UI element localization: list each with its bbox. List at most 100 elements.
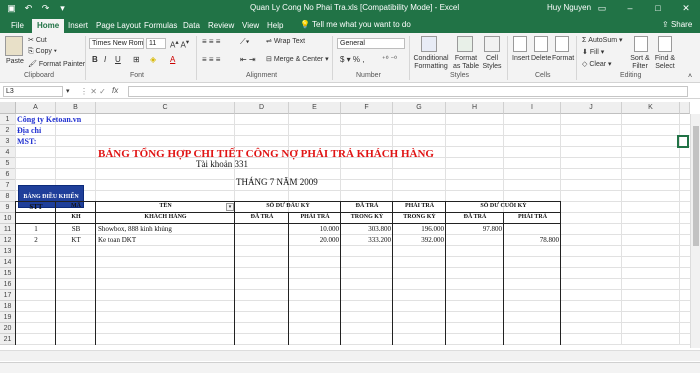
- row-header-20[interactable]: 20: [0, 323, 16, 334]
- row-header-4[interactable]: 4: [0, 147, 16, 158]
- merge-center-button[interactable]: ⊟ Merge & Center ▾: [266, 55, 329, 63]
- row-header-3[interactable]: 3: [0, 136, 16, 147]
- font-grow-icon[interactable]: A▴ A▾: [170, 38, 189, 50]
- maximize-icon[interactable]: □: [644, 1, 672, 15]
- row-header-11[interactable]: 11: [0, 224, 16, 235]
- paste-icon[interactable]: [5, 36, 23, 56]
- cut-button[interactable]: ✂ Cut: [28, 36, 47, 44]
- row-header-16[interactable]: 16: [0, 279, 16, 290]
- user-name[interactable]: Huy Nguyen: [547, 3, 591, 12]
- tell-me-box[interactable]: 💡 Tell me what you want to do: [300, 20, 411, 29]
- insert-cells-button[interactable]: Insert: [512, 55, 530, 62]
- row-header-5[interactable]: 5: [0, 158, 16, 169]
- align-left-icons[interactable]: ≡ ≡ ≡: [202, 55, 220, 64]
- column-header-d[interactable]: D: [235, 102, 289, 114]
- sort-filter-button[interactable]: Sort & Filter: [629, 55, 651, 71]
- save-icon[interactable]: ▣: [6, 2, 17, 14]
- column-header-f[interactable]: F: [341, 102, 393, 114]
- font-name-select[interactable]: Times New Roma: [89, 38, 144, 49]
- minimize-icon[interactable]: –: [616, 1, 644, 15]
- column-header-c[interactable]: C: [96, 102, 235, 114]
- column-header-j[interactable]: J: [561, 102, 622, 114]
- tab-formulas[interactable]: Formulas: [139, 19, 182, 33]
- row-header-2[interactable]: 2: [0, 125, 16, 136]
- insert-cells-icon[interactable]: [513, 36, 527, 52]
- collapse-ribbon-icon[interactable]: ˄: [688, 73, 692, 80]
- row-header-9[interactable]: 9: [0, 202, 16, 213]
- row-header-19[interactable]: 19: [0, 312, 16, 323]
- row-header-12[interactable]: 12: [0, 235, 16, 246]
- row-header-8[interactable]: 8: [0, 191, 16, 202]
- tab-help[interactable]: Help: [262, 19, 288, 33]
- undo-icon[interactable]: ↶: [23, 2, 34, 14]
- row-header-13[interactable]: 13: [0, 246, 16, 257]
- row-header-15[interactable]: 15: [0, 268, 16, 279]
- formula-cancel-confirm-icons[interactable]: ⋮ ✕ ✓: [80, 87, 106, 96]
- column-header-a[interactable]: A: [16, 102, 56, 114]
- name-box[interactable]: L3: [3, 86, 63, 97]
- delete-cells-icon[interactable]: [534, 36, 548, 52]
- tab-home[interactable]: Home: [32, 19, 65, 33]
- format-cells-button[interactable]: Format: [552, 55, 574, 62]
- column-header-i[interactable]: I: [504, 102, 561, 114]
- font-color-icon[interactable]: A: [170, 55, 175, 64]
- decimal-icons[interactable]: ⁺⁰ ⁻⁰: [382, 55, 397, 63]
- tab-insert[interactable]: Insert: [63, 19, 93, 33]
- format-painter-button[interactable]: 🖌 Format Painter: [28, 60, 85, 68]
- column-header-b[interactable]: B: [56, 102, 96, 114]
- tab-data[interactable]: Data: [178, 19, 205, 33]
- find-select-button[interactable]: Find & Select: [652, 55, 678, 71]
- format-as-table-icon[interactable]: [457, 36, 473, 52]
- tab-review[interactable]: Review: [203, 19, 239, 33]
- redo-icon[interactable]: ↷: [40, 2, 51, 14]
- column-header-k[interactable]: K: [622, 102, 680, 114]
- bold-icon[interactable]: B: [92, 55, 98, 64]
- row-header-18[interactable]: 18: [0, 301, 16, 312]
- function-icon[interactable]: fx: [112, 86, 118, 95]
- wrap-text-button[interactable]: ⇌ Wrap Text: [266, 37, 305, 45]
- name-box-dropdown-icon[interactable]: ▾: [66, 87, 70, 95]
- format-as-table-button[interactable]: Format as Table: [451, 55, 481, 71]
- currency-icon[interactable]: $ ▾ % ,: [340, 55, 364, 64]
- row-header-6[interactable]: 6: [0, 169, 16, 180]
- borders-icon[interactable]: ⊞: [133, 55, 140, 64]
- formula-input[interactable]: [128, 86, 688, 97]
- paste-button[interactable]: Paste: [6, 58, 24, 65]
- sort-filter-icon[interactable]: [634, 36, 648, 52]
- filter-dropdown-icon[interactable]: ▾: [226, 203, 234, 211]
- horizontal-scrollbar[interactable]: [0, 350, 700, 361]
- cell-styles-button[interactable]: Cell Styles: [482, 55, 502, 71]
- conditional-formatting-icon[interactable]: [421, 36, 437, 52]
- vertical-scrollbar[interactable]: [690, 114, 700, 348]
- find-select-icon[interactable]: [658, 36, 672, 52]
- active-cell-selection[interactable]: [677, 135, 689, 148]
- row-header-14[interactable]: 14: [0, 257, 16, 268]
- orientation-icon[interactable]: ⟋▾: [240, 37, 250, 47]
- tab-view[interactable]: View: [237, 19, 264, 33]
- cell-styles-icon[interactable]: [484, 36, 500, 52]
- underline-icon[interactable]: U: [115, 55, 121, 64]
- close-icon[interactable]: ✕: [672, 1, 700, 15]
- column-header-g[interactable]: G: [393, 102, 446, 114]
- copy-button[interactable]: ⎘ Copy ▾: [28, 48, 57, 56]
- font-size-select[interactable]: 11: [146, 38, 166, 49]
- italic-icon[interactable]: I: [104, 55, 106, 64]
- conditional-formatting-button[interactable]: Conditional Formatting: [413, 55, 449, 71]
- row-header-17[interactable]: 17: [0, 290, 16, 301]
- column-header-h[interactable]: H: [446, 102, 504, 114]
- row-header-21[interactable]: 21: [0, 334, 16, 345]
- tab-page-layout[interactable]: Page Layout: [91, 19, 146, 33]
- ribbon-display-icon[interactable]: ▭: [588, 1, 616, 15]
- clear-button[interactable]: ◇ Clear ▾: [582, 60, 612, 68]
- fill-button[interactable]: ⬇ Fill ▾: [582, 48, 604, 56]
- select-all-corner[interactable]: [0, 102, 16, 114]
- indent-icons[interactable]: ⇤ ⇥: [240, 55, 256, 64]
- fill-color-icon[interactable]: ◈: [150, 55, 156, 64]
- share-button[interactable]: ⇪ Share: [662, 20, 692, 29]
- autosum-button[interactable]: Σ AutoSum ▾: [582, 36, 623, 44]
- row-header-1[interactable]: 1: [0, 114, 16, 125]
- customize-qat-icon[interactable]: ▾: [57, 2, 68, 14]
- row-header-7[interactable]: 7: [0, 180, 16, 191]
- tab-file[interactable]: File: [6, 19, 29, 33]
- number-format-select[interactable]: General: [337, 38, 405, 49]
